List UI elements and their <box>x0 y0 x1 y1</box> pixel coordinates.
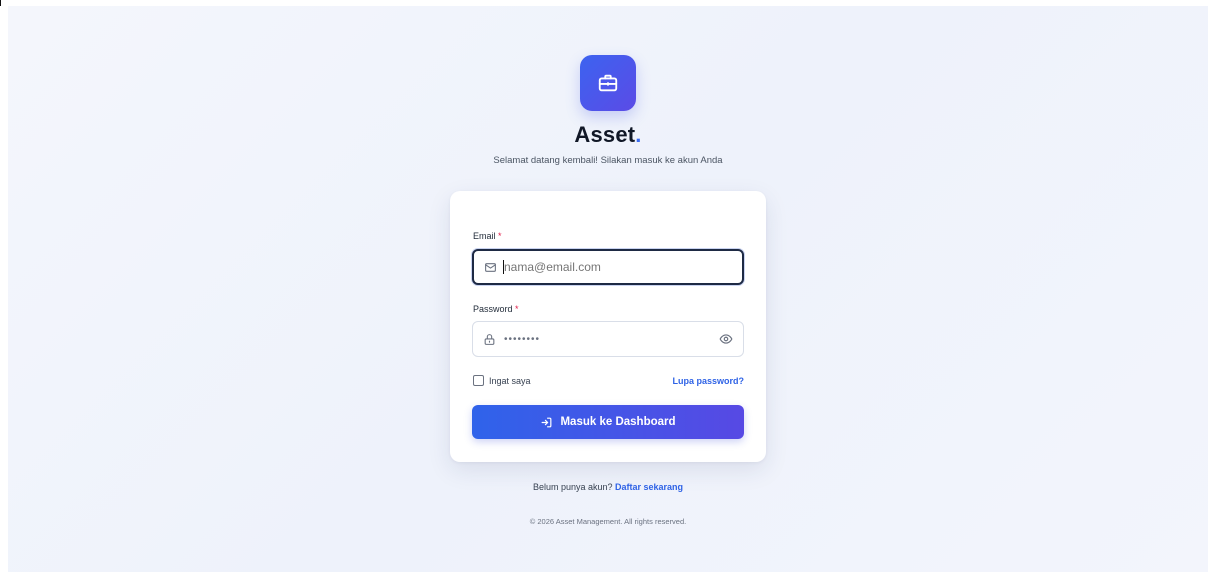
welcome-subtitle: Selamat datang kembali! Silakan masuk ke… <box>493 155 723 166</box>
login-card: Email * Password * <box>450 191 766 462</box>
email-input[interactable] <box>504 260 704 274</box>
signup-prompt-text: Belum punya akun? <box>532 482 613 492</box>
copyright-footer: © 2026 Asset Management. All rights rese… <box>529 517 687 526</box>
password-input[interactable]: •••••••• <box>504 334 540 345</box>
app-logo <box>580 55 636 111</box>
email-label-text: Email <box>473 231 496 241</box>
remember-checkbox[interactable] <box>473 375 484 386</box>
login-page: Asset. Selamat datang kembali! Silakan m… <box>8 6 1208 572</box>
remember-label: Ingat saya <box>489 375 531 386</box>
email-field[interactable] <box>472 249 744 285</box>
app-title: Asset. <box>8 122 1208 148</box>
signup-link[interactable]: Daftar sekarang <box>615 482 683 492</box>
email-required-mark: * <box>498 231 502 241</box>
login-button[interactable]: Masuk ke Dashboard <box>472 405 744 439</box>
login-icon <box>540 416 553 429</box>
app-name: Asset <box>574 122 636 147</box>
password-label-text: Password <box>473 304 513 314</box>
forgot-password-link[interactable]: Lupa password? <box>672 376 744 386</box>
password-required-mark: * <box>515 304 519 314</box>
edge-mark <box>0 0 1 6</box>
password-label: Password * <box>473 304 519 314</box>
app-name-dot: . <box>635 122 642 147</box>
remember-me[interactable]: Ingat saya <box>473 375 531 386</box>
login-button-label: Masuk ke Dashboard <box>560 416 676 428</box>
mail-icon <box>484 261 497 274</box>
show-password-eye-icon[interactable] <box>719 332 733 346</box>
password-field[interactable]: •••••••• <box>472 321 744 357</box>
signup-prompt: Belum punya akun? Daftar sekarang <box>8 482 1208 492</box>
lock-icon <box>483 333 496 346</box>
email-label: Email * <box>473 231 502 241</box>
briefcase-icon <box>597 72 619 94</box>
